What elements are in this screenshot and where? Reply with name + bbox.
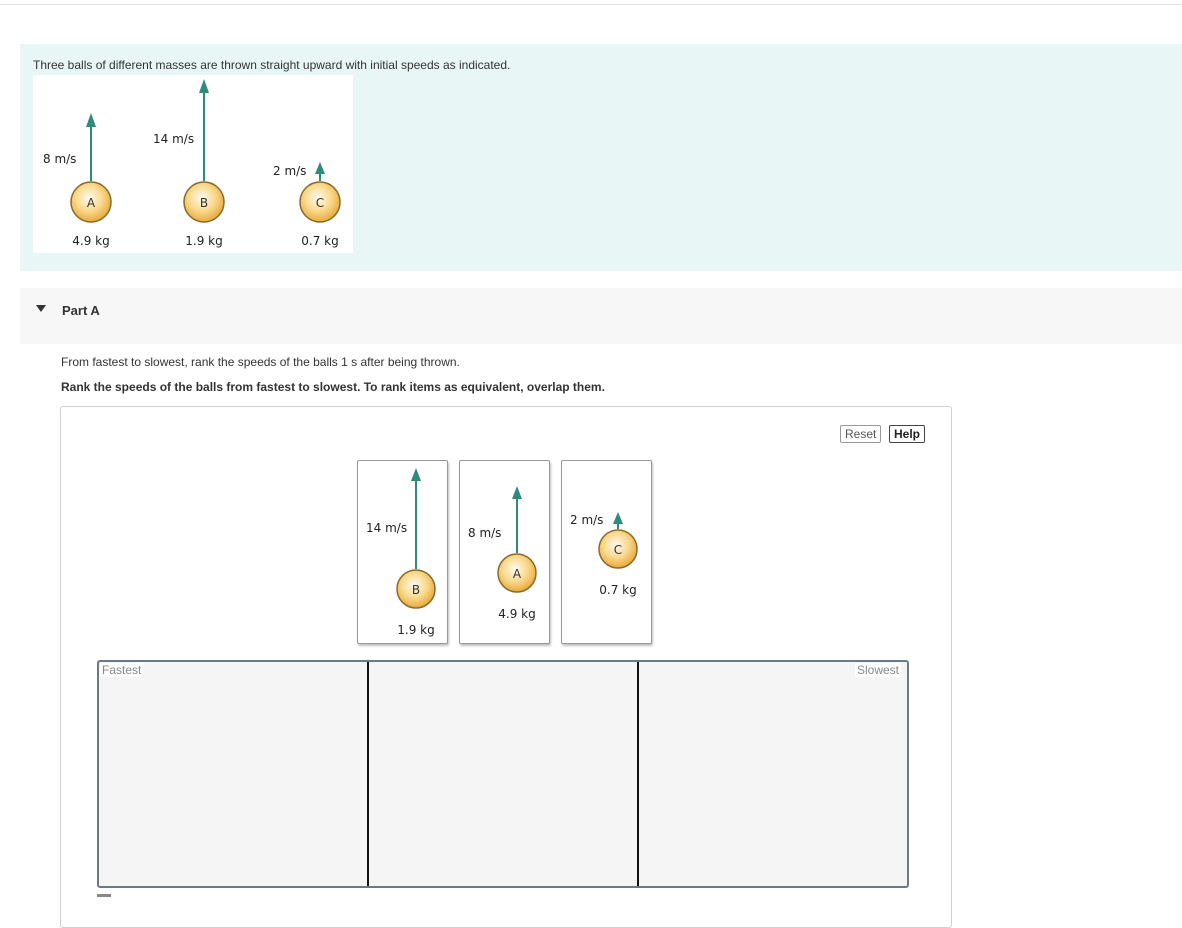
rank-card-b[interactable]: B 14 m/s 1.9 kg — [357, 460, 448, 644]
ball-a-group: A 8 m/s 4.9 kg — [43, 113, 112, 248]
card-c-figure: C 2 m/s 0.7 kg — [570, 512, 638, 597]
ball-b-speed: 14 m/s — [153, 132, 194, 146]
part-a-header[interactable] — [20, 288, 1182, 344]
card-c-letter: C — [614, 543, 622, 557]
card-a-arrowhead-icon — [512, 486, 522, 499]
card-a-letter: A — [513, 567, 522, 581]
part-title: Part A — [62, 303, 100, 318]
ball-b-mass: 1.9 kg — [185, 234, 222, 248]
ball-c-mass: 0.7 kg — [301, 234, 338, 248]
ranking-bin-2[interactable] — [369, 662, 637, 886]
card-a-speed: 8 m/s — [468, 526, 501, 540]
collapse-caret-icon[interactable] — [36, 305, 46, 312]
card-b-figure: B 14 m/s 1.9 kg — [366, 468, 436, 637]
help-button[interactable]: Help — [889, 425, 926, 443]
card-a-mass: 4.9 kg — [498, 607, 535, 621]
intro-figure: A 8 m/s 4.9 kg B 14 m/s 1.9 kg C 2 m/s 0 — [33, 75, 353, 253]
rank-card-a[interactable]: A 8 m/s 4.9 kg — [459, 460, 550, 644]
ball-c-letter: C — [316, 196, 324, 210]
ball-c-speed: 2 m/s — [273, 164, 306, 178]
ball-a-mass: 4.9 kg — [72, 234, 109, 248]
balls-figure: A 8 m/s 4.9 kg B 14 m/s 1.9 kg C 2 m/s 0 — [43, 79, 341, 248]
ball-c-arrowhead-icon — [315, 162, 325, 174]
instruction-text: Rank the speeds of the balls from fastes… — [61, 380, 605, 394]
top-divider — [0, 4, 1182, 5]
rank-card-c[interactable]: C 2 m/s 0.7 kg — [561, 460, 652, 644]
ball-a-letter: A — [87, 196, 96, 210]
problem-intro: Three balls of different masses are thro… — [20, 44, 1182, 271]
fastest-label: Fastest — [100, 663, 144, 677]
card-c-arrowhead-icon — [613, 512, 623, 524]
question-text: From fastest to slowest, rank the speeds… — [61, 355, 460, 369]
intro-text: Three balls of different masses are thro… — [33, 58, 511, 72]
ball-b-group: B 14 m/s 1.9 kg — [153, 79, 225, 248]
ball-c-group: C 2 m/s 0.7 kg — [273, 162, 341, 248]
ball-a-speed: 8 m/s — [43, 152, 76, 166]
ranking-bin-3[interactable] — [639, 662, 907, 886]
ranking-bin-1[interactable] — [99, 662, 367, 886]
slowest-label: Slowest — [855, 663, 902, 677]
card-b-arrowhead-icon — [411, 468, 421, 481]
card-b-speed: 14 m/s — [366, 521, 407, 535]
card-c-mass: 0.7 kg — [599, 583, 636, 597]
ball-a-arrowhead-icon — [86, 113, 96, 127]
card-b-mass: 1.9 kg — [397, 623, 434, 637]
card-c-speed: 2 m/s — [570, 513, 603, 527]
ball-b-letter: B — [200, 196, 208, 210]
ball-b-arrowhead-icon — [199, 79, 209, 93]
ranking-bins — [97, 660, 909, 888]
reset-button[interactable]: Reset — [840, 425, 882, 443]
card-b-letter: B — [412, 583, 420, 597]
card-a-figure: A 8 m/s 4.9 kg — [468, 486, 537, 621]
